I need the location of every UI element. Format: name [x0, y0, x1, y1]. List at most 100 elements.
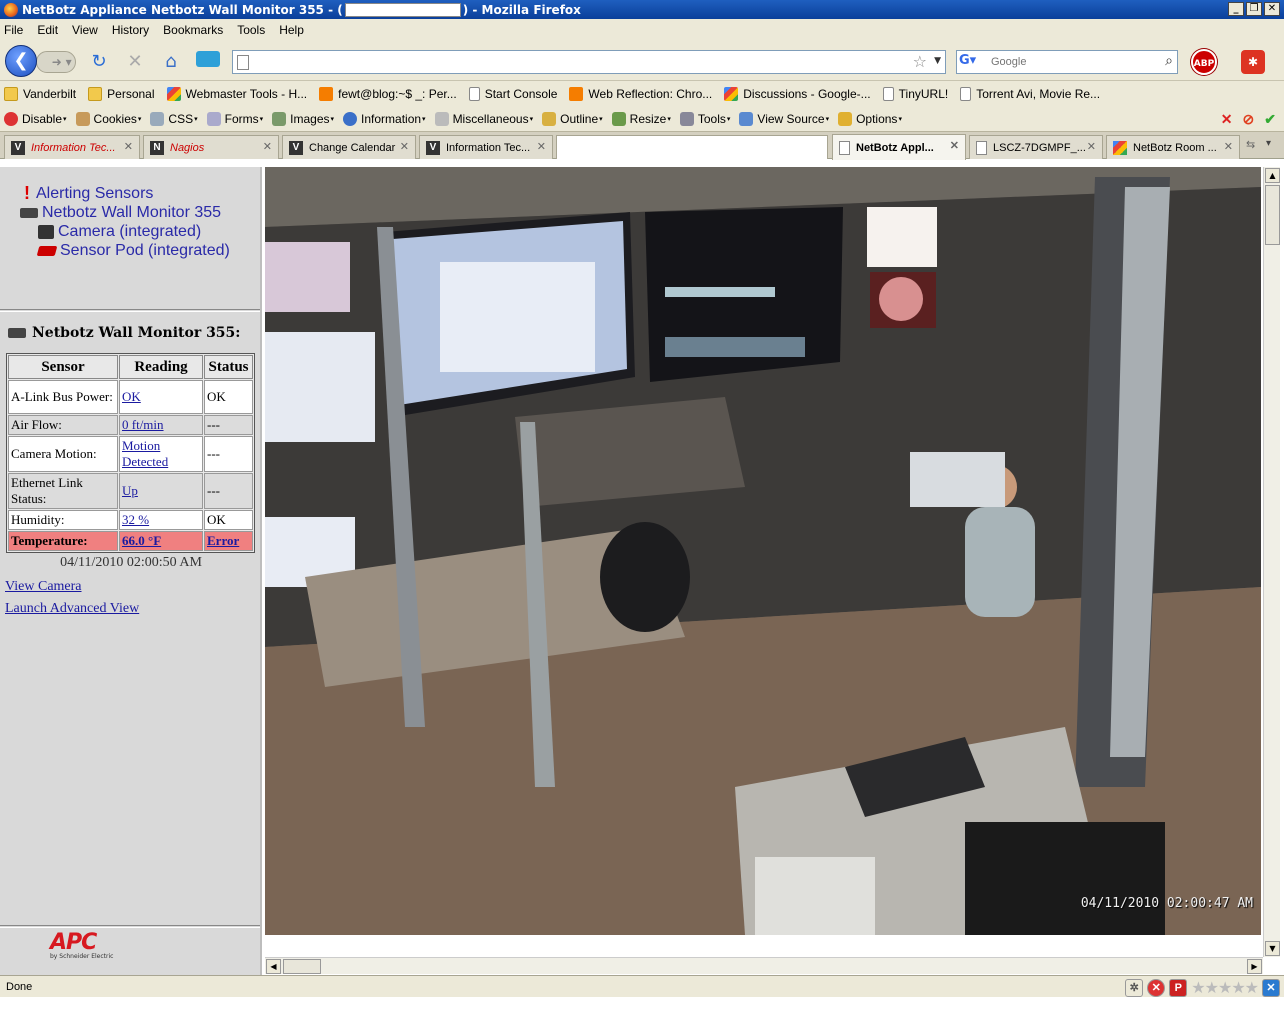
column-header: Status [204, 355, 253, 379]
horizontal-scrollbar[interactable]: ◀ ▶ [265, 957, 1263, 974]
vertical-scroll-thumb[interactable] [1265, 185, 1280, 245]
scroll-up-icon[interactable]: ▲ [1265, 168, 1280, 183]
addon-icon[interactable]: ✱ [1241, 50, 1265, 74]
tab-lscz[interactable]: LSCZ-7DGMPF_... ✕ [969, 135, 1103, 159]
blogger-icon [569, 86, 584, 101]
close-tab-icon[interactable]: ✕ [950, 139, 959, 152]
tab-information-tec-2[interactable]: V Information Tec... ✕ [419, 135, 553, 159]
tab-scroll-icon[interactable]: ⇆ [1246, 138, 1255, 151]
bookmark-torrent[interactable]: Torrent Avi, Movie Re... [960, 86, 1100, 101]
tab-netbotz-appliance[interactable]: NetBotz Appl... ✕ [832, 134, 966, 160]
dev-images-menu[interactable]: Images ▾ [272, 111, 334, 126]
google-search-engine-icon[interactable]: G▾ [959, 53, 987, 71]
menu-tools[interactable]: Tools [237, 23, 265, 37]
rating-stars-icon[interactable]: ★★★★★ [1191, 978, 1259, 998]
sensor-reading-link[interactable]: OK [122, 389, 141, 404]
google-favicon-icon [1113, 140, 1127, 155]
tab-blank[interactable] [556, 135, 828, 159]
blogger-icon [319, 86, 334, 101]
error-icon[interactable]: ✕ [1147, 979, 1166, 997]
tree-item-device[interactable]: Netbotz Wall Monitor 355 [8, 203, 258, 222]
close-tab-icon[interactable]: ✕ [1224, 140, 1233, 153]
horizontal-scroll-thumb[interactable] [283, 959, 321, 974]
bookmark-start-console[interactable]: Start Console [468, 86, 557, 101]
tab-change-calendar[interactable]: V Change Calendar ✕ [282, 135, 416, 159]
dev-cookies-menu[interactable]: Cookies ▾ [75, 111, 141, 126]
dev-view-source-menu[interactable]: View Source ▾ [739, 111, 829, 126]
bookmark-discussions[interactable]: Discussions - Google-... [724, 86, 871, 101]
error-status-icon[interactable]: ⊘ [1243, 111, 1255, 128]
tab-list-icon[interactable]: ▾ [1266, 138, 1271, 149]
sensor-status-link[interactable]: Error [207, 533, 239, 548]
close-tab-icon[interactable]: ✕ [400, 140, 409, 153]
close-window-button[interactable]: ✕ [1264, 2, 1280, 16]
search-icon[interactable]: ⌕ [1165, 53, 1173, 69]
dev-forms-menu[interactable]: Forms ▾ [206, 111, 263, 126]
menu-help[interactable]: Help [279, 23, 304, 37]
menu-view[interactable]: View [72, 23, 98, 37]
forward-button[interactable]: ➜ ▾ [36, 51, 76, 73]
tree-item-alerting[interactable]: ! Alerting Sensors [8, 183, 258, 203]
scroll-left-icon[interactable]: ◀ [266, 959, 281, 974]
sensor-reading-link[interactable]: Motion Detected [122, 438, 168, 469]
bookmark-fewt-blog[interactable]: fewt@blog:~$ _: Per... [319, 86, 457, 101]
url-bar[interactable]: ☆ ▼ [232, 50, 946, 74]
menu-edit[interactable]: Edit [37, 23, 58, 37]
bookmark-vanderbilt[interactable]: Vanderbilt [4, 86, 76, 101]
dev-css-menu[interactable]: CSS ▾ [150, 111, 198, 126]
dev-options-menu[interactable]: Options ▾ [838, 111, 902, 126]
pdf-icon[interactable]: P [1169, 979, 1188, 997]
restore-button[interactable]: ❐ [1246, 2, 1262, 16]
sensor-reading-link[interactable]: 0 ft/min [122, 417, 164, 432]
bookmark-tinyurl[interactable]: TinyURL! [882, 86, 948, 101]
launch-advanced-view-link[interactable]: Launch Advanced View [5, 601, 139, 617]
firebug-icon[interactable]: ✲ [1125, 979, 1144, 997]
sensor-status: OK [204, 380, 253, 414]
scroll-down-icon[interactable]: ▼ [1265, 941, 1280, 956]
bookmark-web-reflection[interactable]: Web Reflection: Chro... [569, 86, 712, 101]
dev-information-menu[interactable]: Information ▾ [343, 111, 426, 126]
back-button[interactable]: ❮ [5, 45, 37, 77]
close-tab-icon[interactable]: ✕ [124, 140, 133, 153]
scroll-right-icon[interactable]: ▶ [1247, 959, 1262, 974]
menu-file[interactable]: File [4, 23, 23, 37]
valid-status-icon[interactable]: ✔ [1264, 111, 1276, 128]
tab-information-tec-1[interactable]: V Information Tec... ✕ [4, 135, 140, 159]
menu-bookmarks[interactable]: Bookmarks [163, 23, 223, 37]
vertical-scrollbar[interactable]: ▲ ▼ [1263, 167, 1280, 957]
sensor-reading-link[interactable]: 32 % [122, 512, 149, 527]
close-tab-icon[interactable]: ✕ [1087, 140, 1096, 153]
home-icon[interactable]: ⌂ [160, 51, 182, 73]
alert-icon: ! [24, 183, 30, 203]
sensor-reading-link[interactable]: Up [122, 483, 138, 498]
bookmark-personal[interactable]: Personal [88, 86, 155, 101]
close-tab-icon[interactable]: ✕ [537, 140, 546, 153]
search-box[interactable]: G▾ ⌕ [956, 50, 1178, 74]
minimize-button[interactable]: _ [1228, 2, 1244, 16]
url-dropdown-icon[interactable]: ▼ [934, 56, 941, 66]
dev-outline-menu[interactable]: Outline ▾ [542, 111, 603, 126]
extension-icon[interactable] [196, 51, 220, 73]
close-tab-icon[interactable]: ✕ [263, 140, 272, 153]
bookmark-webmaster-tools[interactable]: Webmaster Tools - H... [166, 86, 307, 101]
search-input[interactable] [991, 54, 1151, 70]
adblock-plus-icon[interactable]: ABP [1191, 49, 1217, 75]
dev-resize-menu[interactable]: Resize ▾ [611, 111, 671, 126]
dev-tools-menu[interactable]: Tools ▾ [679, 111, 730, 126]
tab-nagios[interactable]: N Nagios ✕ [143, 135, 279, 159]
dev-disable-menu[interactable]: Disable ▾ [4, 111, 67, 126]
tab-netbotz-room[interactable]: NetBotz Room ... ✕ [1106, 135, 1240, 159]
view-camera-link[interactable]: View Camera [5, 579, 82, 595]
bookmark-star-icon[interactable]: ☆ [913, 52, 927, 71]
dev-miscellaneous-menu[interactable]: Miscellaneous ▾ [434, 111, 533, 126]
camera-scene [265, 167, 1261, 935]
close-toolbar-icon[interactable]: ✕ [1221, 111, 1233, 128]
sync-icon[interactable]: ✕ [1262, 979, 1280, 997]
menu-history[interactable]: History [112, 23, 149, 37]
sensor-reading-link[interactable]: 66.0 °F [122, 533, 161, 548]
tree-item-sensor-pod[interactable]: Sensor Pod (integrated) [8, 241, 258, 260]
reload-icon[interactable]: ↻ [88, 51, 110, 73]
stop-icon[interactable]: ✕ [124, 51, 146, 73]
tree-item-camera[interactable]: Camera (integrated) [8, 222, 258, 241]
device-tree: ! Alerting Sensors Netbotz Wall Monitor … [8, 183, 258, 260]
